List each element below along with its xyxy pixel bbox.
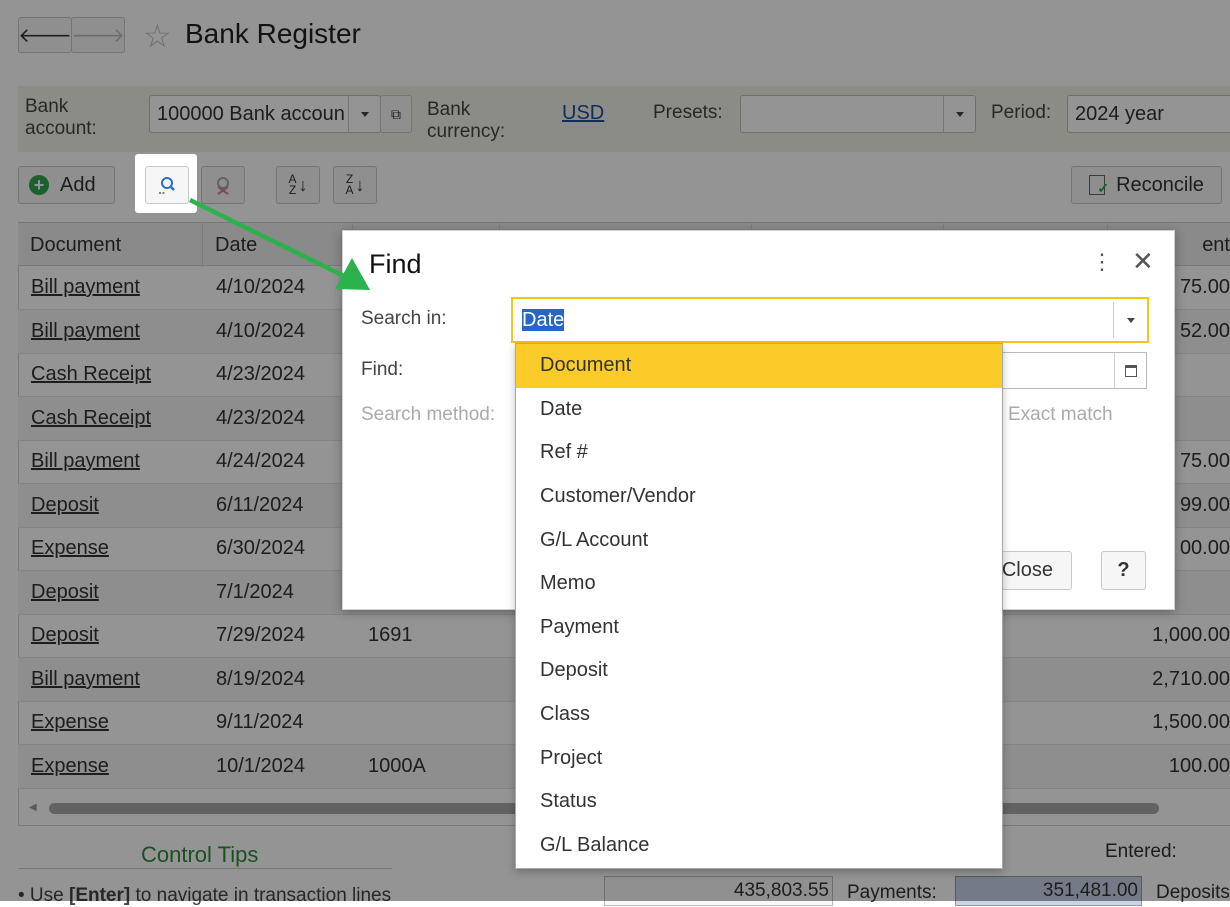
annotation-arrow-line	[189, 197, 347, 280]
annotation-arrow	[189, 197, 370, 290]
